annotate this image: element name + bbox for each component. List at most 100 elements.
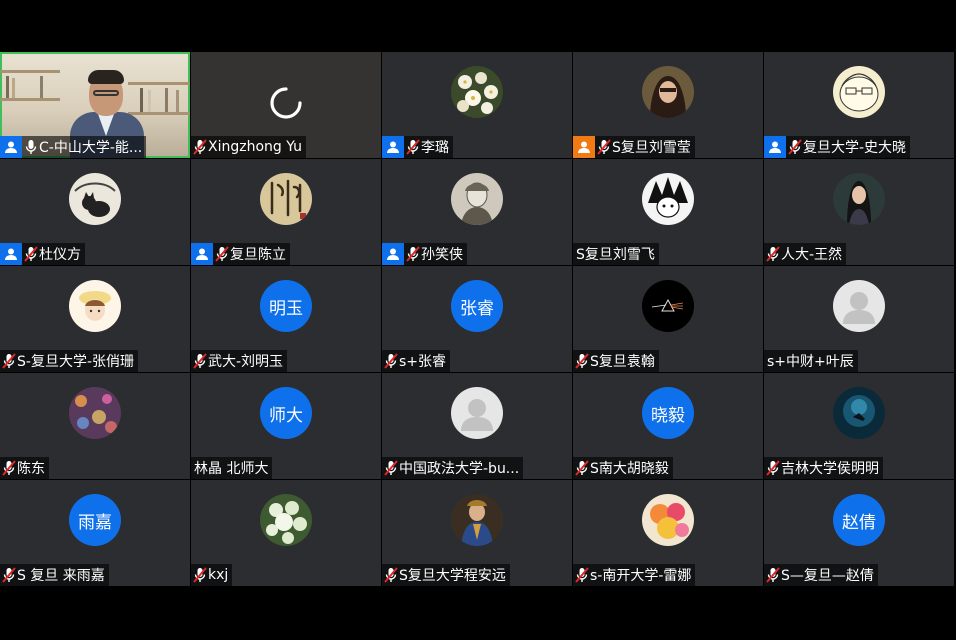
- painting-avatar: [451, 494, 503, 546]
- participant-nameplate: 李璐: [382, 136, 453, 158]
- book: [140, 88, 143, 112]
- user-icon: [382, 136, 404, 158]
- participant-tile[interactable]: S复旦大学程安远: [382, 480, 572, 586]
- participant-tile[interactable]: 赵倩 S—复旦—赵倩: [764, 480, 954, 586]
- participant-name: 吉林大学侯明明: [781, 461, 879, 477]
- participant-tile[interactable]: 复旦陈立: [191, 159, 381, 265]
- participant-tile[interactable]: 晓毅 S南大胡晓毅: [573, 373, 763, 479]
- participant-name: S复旦袁翰: [590, 354, 655, 370]
- participant-nameplate: s+张睿: [382, 350, 451, 372]
- city-lights-avatar: [69, 387, 121, 439]
- muted-microphone-icon: [2, 353, 16, 369]
- participant-nameplate: 林晶 北师大: [191, 457, 273, 479]
- participant-name: S复旦刘雪飞: [576, 247, 655, 263]
- initials-avatar: 张睿: [451, 280, 503, 332]
- muted-microphone-icon: [2, 567, 16, 583]
- muted-microphone-icon: [384, 567, 398, 583]
- muted-microphone-icon: [766, 246, 780, 262]
- bookshelf: [0, 98, 60, 101]
- portrait-avatar: [642, 66, 694, 118]
- muted-microphone-icon: [575, 353, 589, 369]
- participant-nameplate: 武大-刘明玉: [191, 350, 288, 372]
- participant-nameplate: 人大-王然: [764, 243, 847, 265]
- participant-tile[interactable]: s-南开大学-雷娜: [573, 480, 763, 586]
- prism-avatar: [642, 280, 694, 332]
- participant-tile[interactable]: 陈东: [0, 373, 190, 479]
- book: [176, 90, 179, 112]
- default-user-avatar: [833, 280, 885, 332]
- participant-nameplate: S复旦刘雪莹: [573, 136, 695, 158]
- user-icon: [573, 136, 595, 158]
- book: [6, 76, 9, 98]
- default-user-avatar: [451, 387, 503, 439]
- initials-avatar: 晓毅: [642, 387, 694, 439]
- loading-spinner-icon: [270, 87, 302, 119]
- user-icon: [0, 243, 22, 265]
- initials-avatar: 雨嘉: [69, 494, 121, 546]
- book: [165, 88, 168, 112]
- muted-microphone-icon: [384, 353, 398, 369]
- participant-tile[interactable]: Xingzhong Yu: [191, 52, 381, 158]
- muted-microphone-icon: [597, 139, 611, 155]
- participant-name: S复旦刘雪莹: [612, 140, 691, 156]
- participant-tile[interactable]: C-中山大学-能...: [0, 52, 190, 158]
- bookshelf: [128, 112, 190, 115]
- participant-nameplate: s+中财+叶辰: [764, 350, 858, 372]
- user-icon: [0, 136, 22, 158]
- participant-name: 孙笑侠: [421, 247, 463, 263]
- fruit-avatar: [642, 494, 694, 546]
- participant-tile[interactable]: 明玉 武大-刘明玉: [191, 266, 381, 372]
- participant-nameplate: 陈东: [0, 457, 49, 479]
- user-icon: [764, 136, 786, 158]
- engraving-portrait-avatar: [451, 173, 503, 225]
- muted-microphone-icon: [193, 139, 207, 155]
- participant-name: C-中山大学-能...: [39, 140, 143, 156]
- participant-tile[interactable]: 杜仪方: [0, 159, 190, 265]
- participant-tile[interactable]: S-复旦大学-张俏珊: [0, 266, 190, 372]
- portrait-avatar: [833, 173, 885, 225]
- participant-name: 复旦陈立: [230, 247, 286, 263]
- participant-tile[interactable]: S复旦刘雪飞: [573, 159, 763, 265]
- participant-name: 杜仪方: [39, 247, 81, 263]
- participant-tile[interactable]: 张睿 s+张睿: [382, 266, 572, 372]
- muted-microphone-icon: [24, 246, 38, 262]
- participant-tile[interactable]: 孙笑侠: [382, 159, 572, 265]
- participant-tile[interactable]: 复旦大学-史大晓: [764, 52, 954, 158]
- participant-name: S南大胡晓毅: [590, 461, 669, 477]
- bookshelf: [0, 70, 60, 73]
- participant-name: S复旦大学程安远: [399, 568, 506, 584]
- participant-name: S 复旦 来雨嘉: [17, 568, 105, 584]
- flowers-avatar: [451, 66, 503, 118]
- participant-name: 武大-刘明玉: [208, 354, 284, 370]
- participant-tile[interactable]: 吉林大学侯明明: [764, 373, 954, 479]
- participant-tile[interactable]: 李璐: [382, 52, 572, 158]
- participant-name: 林晶 北师大: [194, 461, 269, 477]
- cartoon-face-avatar: [833, 66, 885, 118]
- participant-nameplate: S 复旦 来雨嘉: [0, 564, 109, 586]
- participant-nameplate: S复旦袁翰: [573, 350, 659, 372]
- participant-name: 陈东: [17, 461, 45, 477]
- participant-tile[interactable]: s+中财+叶辰: [764, 266, 954, 372]
- participant-tile[interactable]: 人大-王然: [764, 159, 954, 265]
- microphone-icon: [25, 140, 37, 154]
- participant-tile[interactable]: S复旦袁翰: [573, 266, 763, 372]
- hydrangea-avatar: [260, 494, 312, 546]
- initials-avatar: 师大: [260, 387, 312, 439]
- cat-avatar: [69, 173, 121, 225]
- muted-microphone-icon: [766, 567, 780, 583]
- muted-microphone-icon: [575, 460, 589, 476]
- participant-tile[interactable]: kxj: [191, 480, 381, 586]
- participant-nameplate: kxj: [191, 564, 233, 586]
- cartoon-girl-avatar: [69, 280, 121, 332]
- participant-name: Xingzhong Yu: [208, 139, 303, 155]
- participant-tile[interactable]: S复旦刘雪莹: [573, 52, 763, 158]
- user-icon: [382, 243, 404, 265]
- participant-tile[interactable]: 雨嘉 S 复旦 来雨嘉: [0, 480, 190, 586]
- participant-tile[interactable]: 师大 林晶 北师大: [191, 373, 381, 479]
- participant-name: S—复旦—赵倩: [781, 568, 874, 584]
- participant-nameplate: 复旦大学-史大晓: [764, 136, 911, 158]
- calligraphy-avatar: [260, 173, 312, 225]
- participant-tile[interactable]: 中国政法大学-bu...: [382, 373, 572, 479]
- muted-microphone-icon: [2, 460, 16, 476]
- muted-microphone-icon: [384, 460, 398, 476]
